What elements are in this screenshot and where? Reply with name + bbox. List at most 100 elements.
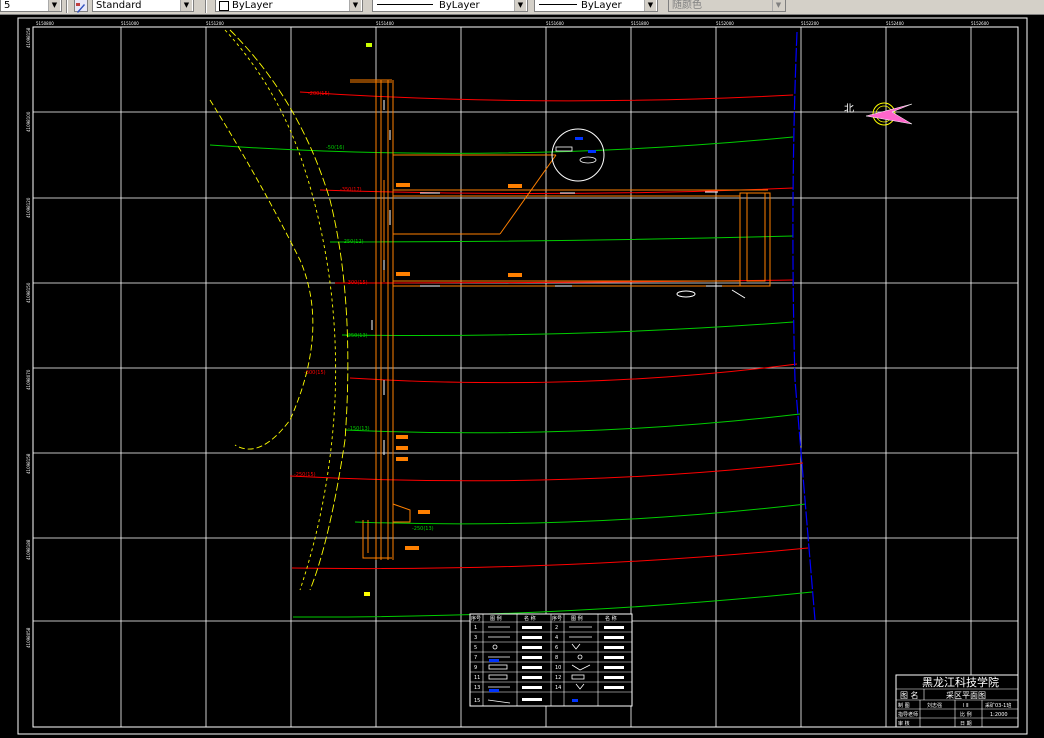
lineweight-value: ByLayer <box>581 0 622 11</box>
legend-index: 8 <box>555 655 558 661</box>
y-tick-label: 41098070 <box>26 369 31 390</box>
green-contour <box>209 136 794 154</box>
contour-label: -250(13) <box>346 333 368 339</box>
linetype-value: ByLayer <box>439 0 480 11</box>
layer-value: 5 <box>4 0 11 11</box>
x-tick-label: 5151800 <box>631 21 649 26</box>
x-tick-label: 5152200 <box>801 21 819 26</box>
legend-header: 图 例 <box>571 615 583 622</box>
title-cell: 日 期 <box>960 721 972 727</box>
red-contour <box>299 91 794 102</box>
y-tick-label: 41098158 <box>26 27 31 48</box>
y-tick-label: 41098150 <box>26 282 31 303</box>
x-tick-label: 5151400 <box>376 21 394 26</box>
x-coordinate-labels: 5150800 5151000 5151200 5151400 5151600 … <box>36 21 989 26</box>
color-dropdown[interactable]: ByLayer ▼ <box>215 0 363 12</box>
fault-line-inner <box>229 29 349 591</box>
x-tick-label: 5152000 <box>716 21 734 26</box>
legend-index: 9 <box>474 665 477 671</box>
legend-header: 名 称 <box>524 615 536 622</box>
red-contour <box>289 462 804 482</box>
shaft-marker <box>364 592 370 596</box>
plot-style-value: 随颜色 <box>672 0 702 11</box>
x-tick-label: 5151200 <box>206 21 224 26</box>
lineweight-dropdown[interactable]: ByLayer ▼ <box>534 0 658 12</box>
compass-label: 北 <box>844 103 854 115</box>
legend-header: 名 称 <box>605 615 617 622</box>
legend-index: 10 <box>555 665 561 671</box>
linetype-dropdown[interactable]: ByLayer ▼ <box>372 0 528 12</box>
toolbar-separator <box>205 0 207 13</box>
legend-table: 序号 图 例 名 称 序号 图 例 名 称 1 3 5 7 9 11 13 15… <box>469 613 633 707</box>
title-cell: 审 核 <box>898 720 910 727</box>
legend-index: 14 <box>555 685 561 691</box>
color-swatch-icon <box>219 1 229 11</box>
x-tick-label: 5151000 <box>121 21 139 26</box>
lineweight-preview-icon <box>539 4 577 5</box>
contour-labels: -200(15) -50(16) -350(17) -250(12) -300(… <box>294 91 434 532</box>
red-contour <box>349 363 798 384</box>
legend-index: 5 <box>474 645 477 651</box>
color-value: ByLayer <box>232 0 273 11</box>
contour-label: -50(16) <box>326 145 344 151</box>
legend-index: 12 <box>555 675 561 681</box>
layer-dropdown[interactable]: 5 ▼ <box>0 0 62 12</box>
chevron-down-icon: ▼ <box>644 0 656 11</box>
title-cell: 采矿03-1班 <box>985 702 1011 709</box>
plot-style-dropdown[interactable]: 随颜色 ▼ <box>668 0 786 12</box>
properties-toolbar: 5 ▼ Standard ▼ ByLayer ▼ ByLayer ▼ ByLay… <box>0 0 1044 15</box>
y-tick-label: 41098120 <box>26 197 31 218</box>
legend-header: 序号 <box>471 615 481 622</box>
y-tick-label: 41098188 <box>26 539 31 560</box>
legend-index: 7 <box>474 655 477 661</box>
title-cell: 比 例 <box>960 711 972 718</box>
drawing-name: 采区平面图 <box>946 690 986 700</box>
title-cell: 制 图 <box>898 702 910 709</box>
legend-index: 1 <box>474 625 477 631</box>
shaft-marker <box>366 43 372 47</box>
green-contour <box>329 235 794 243</box>
contour-label: -250(13) <box>412 526 434 532</box>
x-tick-label: 5152400 <box>886 21 904 26</box>
face-markers <box>396 183 522 550</box>
title-cell: 刘志强 <box>927 702 942 709</box>
detail-callout <box>551 128 605 182</box>
drawing-canvas[interactable]: 5150800 5151000 5151200 5151400 5151600 … <box>0 14 1044 738</box>
text-style-dropdown[interactable]: Standard ▼ <box>92 0 194 12</box>
legend-index: 15 <box>474 698 480 704</box>
fault-lines <box>209 29 349 591</box>
legend-index: 4 <box>555 635 558 641</box>
contour-label: -150(13) <box>348 426 370 432</box>
title-cell: 1:2000 <box>990 712 1008 718</box>
x-tick-label: 5152600 <box>971 21 989 26</box>
legend-header: 序号 <box>552 615 562 622</box>
legend-index: 11 <box>474 675 480 681</box>
school-name: 黑龙江科技学院 <box>922 675 999 689</box>
y-tick-label: 41098158 <box>26 453 31 474</box>
legend-index: 3 <box>474 635 477 641</box>
y-coordinate-labels: 41098158 41098100 41098120 41098150 4109… <box>26 27 31 648</box>
chevron-down-icon: ▼ <box>48 0 60 11</box>
toolbar-separator <box>66 0 68 13</box>
legend-index: 6 <box>555 645 558 651</box>
chevron-down-icon: ▼ <box>349 0 361 11</box>
chevron-down-icon: ▼ <box>772 0 784 11</box>
green-contour <box>344 413 801 434</box>
text-style-icon[interactable] <box>74 0 88 13</box>
contour-label: -250(15) <box>294 472 316 478</box>
chevron-down-icon: ▼ <box>514 0 526 11</box>
boundary-line <box>792 31 816 621</box>
green-contour <box>341 321 794 336</box>
contour-label: -300(15) <box>346 280 368 286</box>
legend-index: 13 <box>474 685 480 691</box>
contour-label: -200(15) <box>308 91 330 97</box>
linetype-preview-icon <box>377 4 433 5</box>
contour-label: -350(17) <box>340 187 362 193</box>
x-tick-label: 5150800 <box>36 21 54 26</box>
contour-label: -300(15) <box>304 370 326 376</box>
title-block: 黑龙江科技学院 图 名 采区平面图 制 图 刘志强 Ⅰ Ⅱ 采矿03-1班 指导… <box>895 674 1019 728</box>
title-cell: 指导老师 <box>898 711 918 718</box>
x-tick-label: 5151600 <box>546 21 564 26</box>
compass-north-arrow: 北 <box>844 102 913 126</box>
drawing-name-label: 图 名 <box>900 690 919 700</box>
